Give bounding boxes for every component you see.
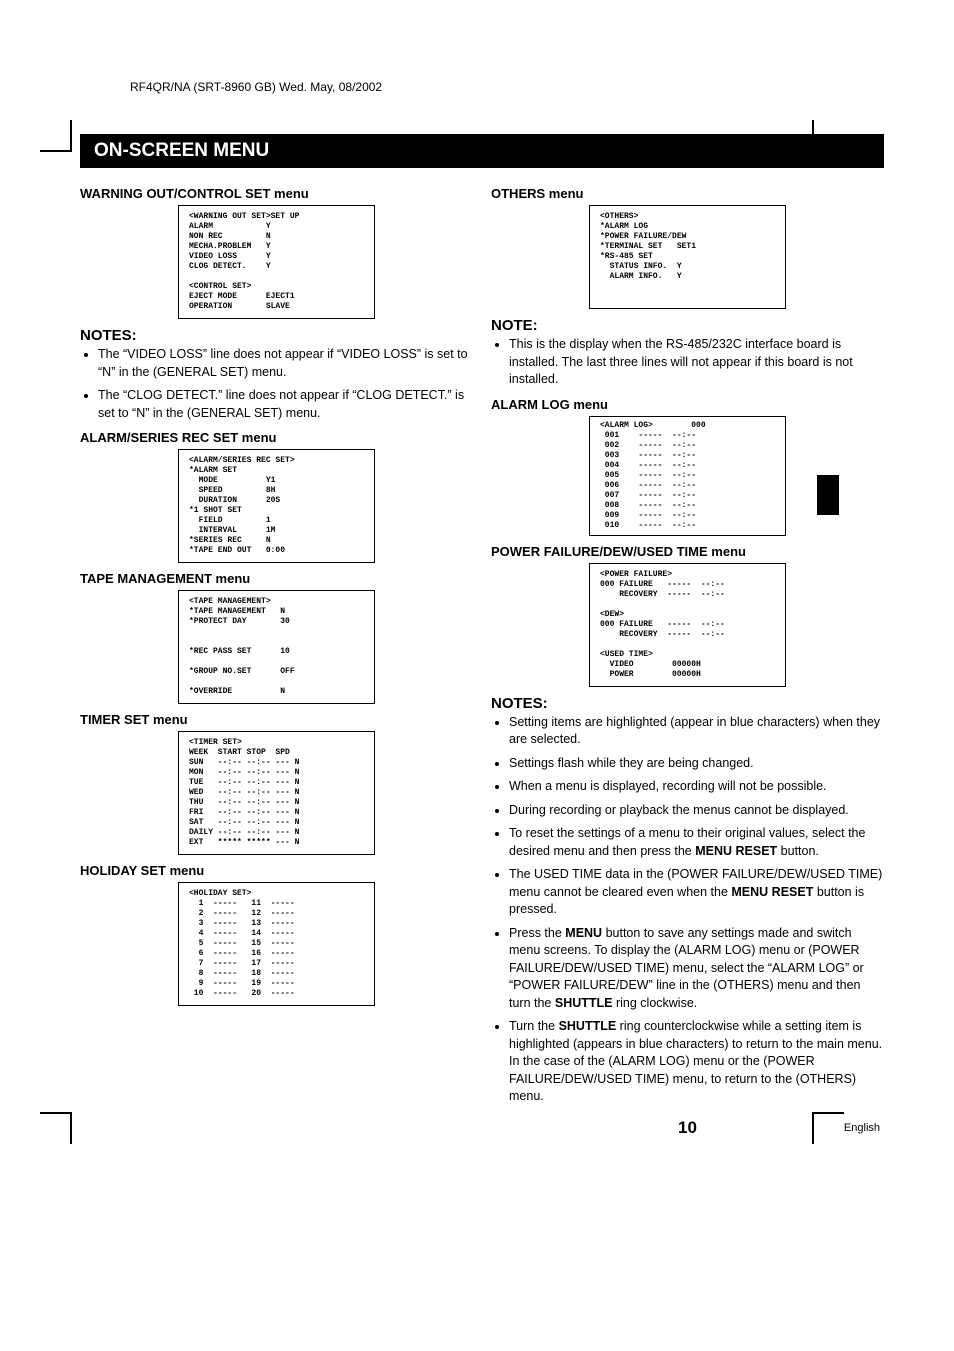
- notes-heading: NOTES:: [491, 695, 884, 712]
- others-osd: <OTHERS> *ALARM LOG *POWER FAILURE/DEW *…: [589, 205, 786, 309]
- note-list: This is the display when the RS-485/232C…: [491, 336, 884, 389]
- note-item: The “CLOG DETECT.” line does not appear …: [98, 387, 473, 422]
- crop-mark: [812, 1112, 844, 1144]
- document-header: RF4QR/NA (SRT-8960 GB) Wed. May, 08/2002: [130, 80, 884, 94]
- section-banner: ON-SCREEN MENU: [80, 134, 884, 168]
- warning-out-title: WARNING OUT/CONTROL SET menu: [80, 186, 473, 201]
- notes-list: Setting items are highlighted (appear in…: [491, 714, 884, 1106]
- note-item: When a menu is displayed, recording will…: [509, 778, 884, 796]
- note-item: This is the display when the RS-485/232C…: [509, 336, 884, 389]
- notes-heading: NOTES:: [80, 327, 473, 344]
- note-item: The USED TIME data in the (POWER FAILURE…: [509, 866, 884, 919]
- timer-set-osd: <TIMER SET> WEEK START STOP SPD SUN --:-…: [178, 731, 375, 855]
- note-item: To reset the settings of a menu to their…: [509, 825, 884, 860]
- holiday-set-title: HOLIDAY SET menu: [80, 863, 473, 878]
- note-item: Turn the SHUTTLE ring counterclockwise w…: [509, 1018, 884, 1106]
- note-item: Settings flash while they are being chan…: [509, 755, 884, 773]
- tape-management-title: TAPE MANAGEMENT menu: [80, 571, 473, 586]
- left-column: WARNING OUT/CONTROL SET menu <WARNING OU…: [80, 178, 473, 1134]
- notes-list: The “VIDEO LOSS” line does not appear if…: [80, 346, 473, 422]
- note-item: Press the MENU button to save any settin…: [509, 925, 884, 1013]
- note-heading: NOTE:: [491, 317, 884, 334]
- others-title: OTHERS menu: [491, 186, 884, 201]
- power-failure-osd: <POWER FAILURE> 000 FAILURE ----- --:-- …: [589, 563, 786, 687]
- side-tab: [817, 475, 839, 515]
- right-column: OTHERS menu <OTHERS> *ALARM LOG *POWER F…: [491, 178, 884, 1134]
- alarm-log-osd: <ALARM LOG> 000 001 ----- --:-- 002 ----…: [589, 416, 786, 536]
- note-item: The “VIDEO LOSS” line does not appear if…: [98, 346, 473, 381]
- timer-set-title: TIMER SET menu: [80, 712, 473, 727]
- note-item: During recording or playback the menus c…: [509, 802, 884, 820]
- tape-management-osd: <TAPE MANAGEMENT> *TAPE MANAGEMENT N *PR…: [178, 590, 375, 704]
- crop-mark: [812, 120, 844, 152]
- crop-mark: [40, 1112, 72, 1144]
- alarm-series-title: ALARM/SERIES REC SET menu: [80, 430, 473, 445]
- alarm-series-osd: <ALARM/SERIES REC SET> *ALARM SET MODE Y…: [178, 449, 375, 563]
- power-failure-title: POWER FAILURE/DEW/USED TIME menu: [491, 544, 884, 559]
- crop-mark: [40, 120, 72, 152]
- alarm-log-title: ALARM LOG menu: [491, 397, 884, 412]
- warning-out-osd: <WARNING OUT SET>SET UP ALARM Y NON REC …: [178, 205, 375, 319]
- note-item: Setting items are highlighted (appear in…: [509, 714, 884, 749]
- holiday-set-osd: <HOLIDAY SET> 1 ----- 11 ----- 2 ----- 1…: [178, 882, 375, 1006]
